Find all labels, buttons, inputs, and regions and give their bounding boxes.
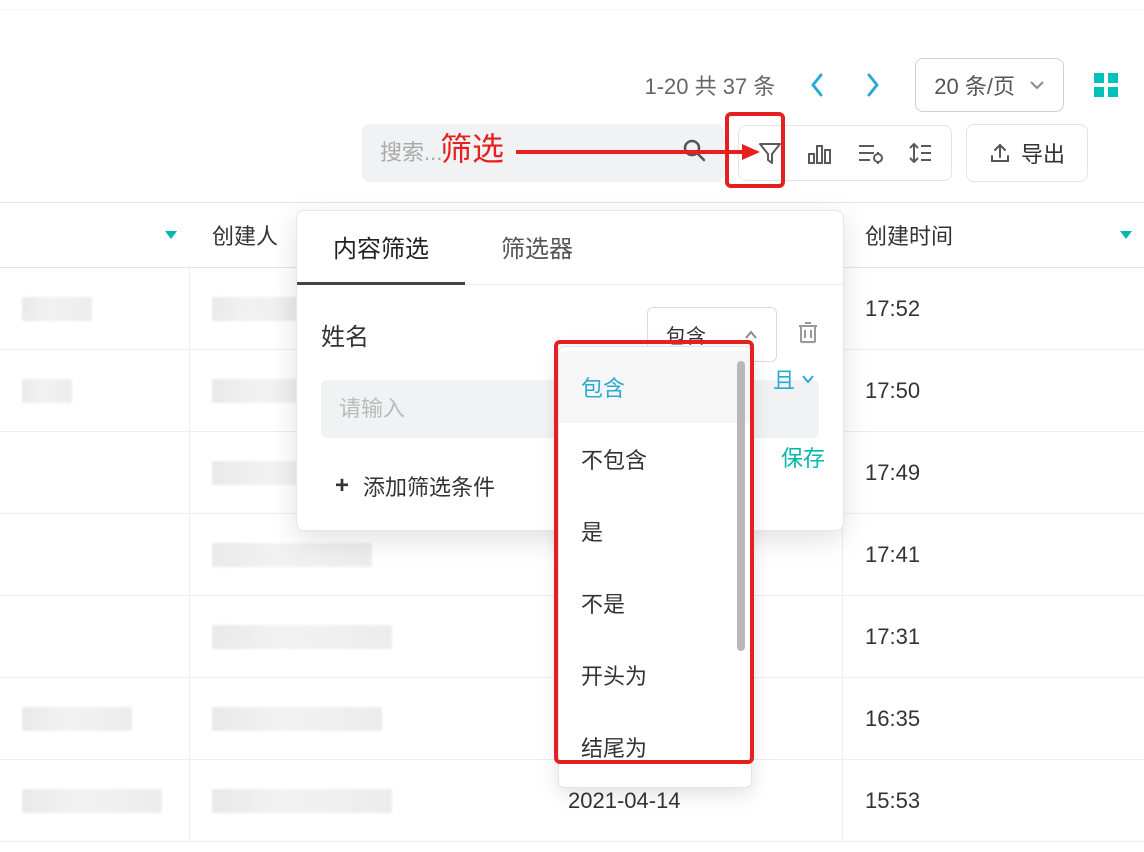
pager-range: 1-20 共 37 条 (644, 69, 775, 101)
chart-icon[interactable] (805, 138, 835, 168)
dropdown-option[interactable]: 是 (559, 495, 751, 567)
save-filter-button[interactable]: 保存 (781, 441, 825, 473)
upload-icon (989, 142, 1011, 164)
search-input[interactable] (380, 140, 682, 166)
dropdown-icon[interactable] (1120, 231, 1132, 239)
pager-next[interactable] (859, 71, 887, 99)
chevron-down-icon (801, 374, 815, 384)
export-label: 导出 (1021, 137, 1065, 169)
blurred-cell (212, 543, 372, 567)
plus-icon: + (335, 472, 349, 500)
scrollbar-thumb[interactable] (737, 361, 745, 651)
th-create-time[interactable]: 创建时间 (843, 219, 1144, 251)
grid-view-icon[interactable] (1092, 71, 1120, 99)
blurred-cell (212, 297, 302, 321)
dropdown-option[interactable]: 不包含 (559, 423, 751, 495)
dropdown-option[interactable]: 结尾为 (559, 711, 751, 783)
search-icon[interactable] (682, 138, 706, 168)
blurred-cell (22, 707, 132, 731)
blurred-cell (212, 707, 382, 731)
chevron-up-icon (744, 327, 758, 343)
dropdown-icon[interactable] (165, 231, 177, 239)
page-size-select[interactable]: 20 条/页 (915, 58, 1064, 112)
blurred-cell (22, 789, 162, 813)
tab-content-filter[interactable]: 内容筛选 (297, 211, 465, 285)
pager-prev[interactable] (803, 71, 831, 99)
chevron-down-icon (1029, 79, 1045, 91)
dropdown-option[interactable]: 包含 (559, 351, 751, 423)
export-button[interactable]: 导出 (966, 124, 1088, 182)
search-input-wrap[interactable] (362, 124, 724, 182)
dropdown-option[interactable]: 开头为 (559, 639, 751, 711)
settings-list-icon[interactable] (855, 138, 885, 168)
and-or-toggle[interactable]: 且 (773, 363, 815, 395)
delete-filter-icon[interactable] (797, 320, 819, 350)
blurred-cell (22, 379, 72, 403)
filter-icon[interactable] (755, 138, 785, 168)
blurred-cell (22, 297, 92, 321)
tab-filter-device[interactable]: 筛选器 (465, 211, 609, 284)
blurred-cell (212, 625, 392, 649)
operator-dropdown: 包含 不包含 是 不是 开头为 结尾为 (558, 346, 752, 788)
filter-field-label: 姓名 (321, 317, 411, 352)
dropdown-option[interactable]: 不是 (559, 567, 751, 639)
blurred-cell (212, 789, 392, 813)
line-height-icon[interactable] (905, 138, 935, 168)
page-size-label: 20 条/页 (934, 69, 1015, 101)
